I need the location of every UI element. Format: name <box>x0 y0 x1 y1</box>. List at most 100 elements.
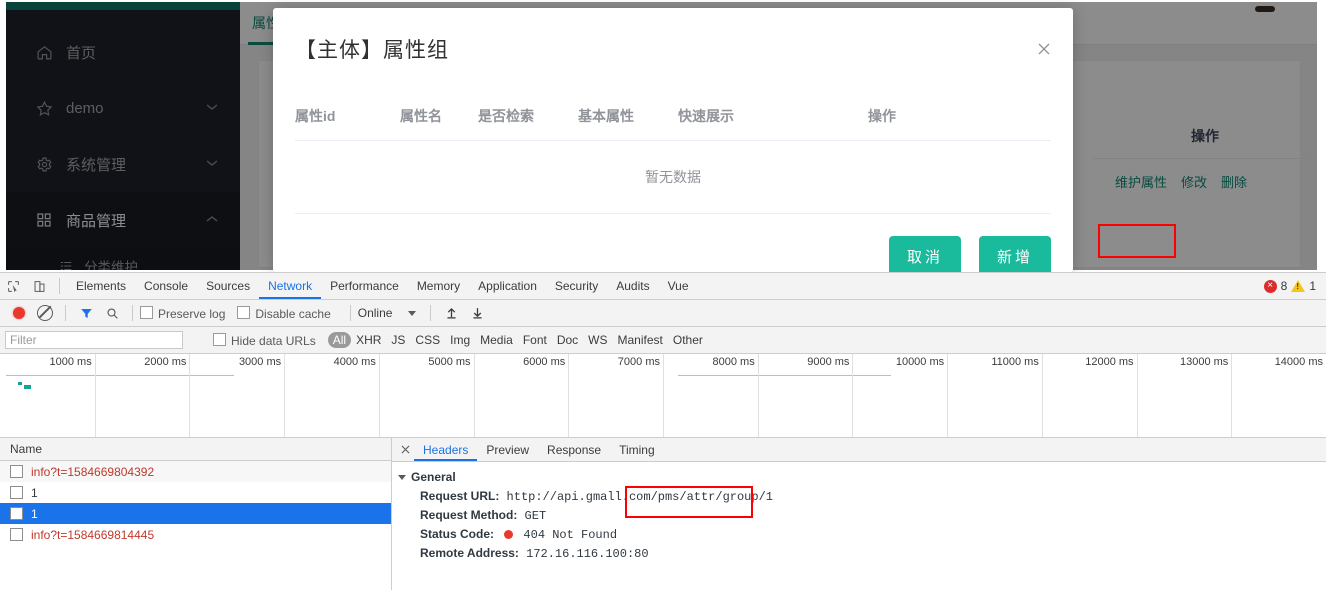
filter-type-font[interactable]: Font <box>518 332 552 348</box>
close-icon[interactable] <box>1033 38 1055 60</box>
timeline-tick: 8000 ms <box>758 354 759 437</box>
timeline-tick-label: 1000 ms <box>50 356 92 368</box>
hide-data-urls-checkbox[interactable]: Hide data URLs <box>213 333 316 348</box>
tab-preview[interactable]: Preview <box>477 439 538 461</box>
tab-response[interactable]: Response <box>538 439 610 461</box>
request-list-header: Name <box>0 438 391 461</box>
timeline-range-marker <box>678 375 891 376</box>
tab-sources[interactable]: Sources <box>197 274 259 299</box>
request-detail: Headers Preview Response Timing General … <box>392 438 1326 590</box>
remote-address-value: 172.16.116.100:80 <box>526 547 648 561</box>
timeline-tick-label: 13000 ms <box>1180 356 1228 368</box>
checkbox-box <box>213 333 226 346</box>
import-har-icon[interactable] <box>438 301 464 325</box>
request-method-value: GET <box>525 509 547 523</box>
status-error-icon <box>504 530 513 539</box>
checkbox-box <box>10 528 23 541</box>
search-icon[interactable] <box>99 301 125 325</box>
filter-type-js[interactable]: JS <box>386 332 410 348</box>
filter-type-xhr[interactable]: XHR <box>351 332 386 348</box>
column-header-quick-show: 快速展示 <box>678 106 868 126</box>
filter-type-css[interactable]: CSS <box>410 332 445 348</box>
timeline-tick: 11000 ms <box>1042 354 1043 437</box>
preserve-log-checkbox[interactable]: Preserve log <box>140 306 225 321</box>
timeline-tick: 6000 ms <box>568 354 569 437</box>
request-detail-tabbar: Headers Preview Response Timing <box>392 438 1326 462</box>
disable-cache-checkbox[interactable]: Disable cache <box>237 306 330 321</box>
tab-security[interactable]: Security <box>546 274 607 299</box>
chevron-down-icon[interactable] <box>408 311 416 316</box>
timeline-tick: 3000 ms <box>284 354 285 437</box>
list-item[interactable]: info?t=1584669804392 <box>0 461 391 482</box>
timeline-tick-label: 2000 ms <box>144 356 186 368</box>
network-overview-timeline[interactable]: 1000 ms 2000 ms 3000 ms 4000 ms 5000 ms 6000 … <box>0 354 1326 438</box>
column-header-searchable: 是否检索 <box>478 106 578 126</box>
timeline-tick-label: 11000 ms <box>991 356 1039 368</box>
tab-timing[interactable]: Timing <box>610 439 664 461</box>
clear-icon[interactable] <box>32 301 58 325</box>
issue-counters[interactable]: × 8 1 <box>1264 273 1316 299</box>
tab-console[interactable]: Console <box>135 274 197 299</box>
request-list: Name info?t=1584669804392 1 1 info?t=158… <box>0 438 392 590</box>
inspect-element-icon[interactable] <box>0 274 26 298</box>
status-code-value: 404 Not Found <box>523 528 617 542</box>
status-code-key: Status Code: <box>420 527 494 541</box>
timeline-request-bar <box>18 382 22 385</box>
list-item[interactable]: info?t=1584669814445 <box>0 524 391 545</box>
devtools-panel: Elements Console Sources Network Perform… <box>0 272 1326 587</box>
preserve-log-label: Preserve log <box>158 307 225 321</box>
filter-type-all[interactable]: All <box>328 332 351 348</box>
tab-application[interactable]: Application <box>469 274 546 299</box>
list-item[interactable]: 1 <box>0 503 391 524</box>
tab-memory[interactable]: Memory <box>408 274 469 299</box>
tab-network[interactable]: Network <box>259 274 321 299</box>
request-name: 1 <box>31 486 38 500</box>
column-header-attr-name: 属性名 <box>400 106 478 126</box>
annotation-highlight-request-url <box>625 486 753 518</box>
remote-address-row: Remote Address: 172.16.116.100:80 <box>392 544 1326 563</box>
filter-type-other[interactable]: Other <box>668 332 708 348</box>
attr-table: 属性id 属性名 是否检索 基本属性 快速展示 操作 暂无数据 <box>295 106 1051 214</box>
record-icon[interactable] <box>6 301 32 325</box>
close-icon[interactable] <box>396 441 414 459</box>
filter-input[interactable]: Filter <box>5 331 183 349</box>
add-button[interactable]: 新增 <box>979 236 1051 272</box>
timeline-request-bar <box>24 385 31 389</box>
checkbox-box <box>10 486 23 499</box>
throttling-select[interactable]: Online <box>358 306 393 320</box>
timeline-tick-label: 3000 ms <box>239 356 281 368</box>
timeline-tick: 10000 ms <box>947 354 948 437</box>
screen: 首页 demo 系统管理 <box>0 0 1326 587</box>
tab-headers[interactable]: Headers <box>414 439 477 461</box>
export-har-icon[interactable] <box>464 301 490 325</box>
filter-type-manifest[interactable]: Manifest <box>613 332 668 348</box>
timeline-tick-label: 5000 ms <box>428 356 470 368</box>
timeline-tick-label: 14000 ms <box>1275 356 1323 368</box>
timeline-tick: 1000 ms <box>95 354 96 437</box>
filter-type-doc[interactable]: Doc <box>552 332 583 348</box>
filter-type-img[interactable]: Img <box>445 332 475 348</box>
triangle-down-icon <box>398 475 406 480</box>
hide-data-urls-label: Hide data URLs <box>231 334 316 348</box>
tab-vue[interactable]: Vue <box>659 274 698 299</box>
column-header-basic-attr: 基本属性 <box>578 106 678 126</box>
cancel-button[interactable]: 取消 <box>889 236 961 272</box>
filter-type-ws[interactable]: WS <box>583 332 612 348</box>
dialog-footer: 取消 新增 <box>889 236 1051 272</box>
error-count: 8 <box>1281 279 1288 293</box>
tab-elements[interactable]: Elements <box>67 274 135 299</box>
filter-type-media[interactable]: Media <box>475 332 518 348</box>
browser-page: 首页 demo 系统管理 <box>0 0 1326 272</box>
timeline-tick: 5000 ms <box>474 354 475 437</box>
device-toolbar-icon[interactable] <box>26 274 52 298</box>
filter-funnel-icon[interactable] <box>73 301 99 325</box>
timeline-tick-label: 4000 ms <box>334 356 376 368</box>
timeline-tick-label: 10000 ms <box>896 356 944 368</box>
timeline-tick: 13000 ms <box>1231 354 1232 437</box>
network-toolbar: Preserve log Disable cache Online <box>0 300 1326 327</box>
general-section-header[interactable]: General <box>392 462 1326 487</box>
list-item[interactable]: 1 <box>0 482 391 503</box>
tab-audits[interactable]: Audits <box>607 274 658 299</box>
tab-performance[interactable]: Performance <box>321 274 408 299</box>
annotation-highlight-maintain-attr <box>1098 224 1176 258</box>
